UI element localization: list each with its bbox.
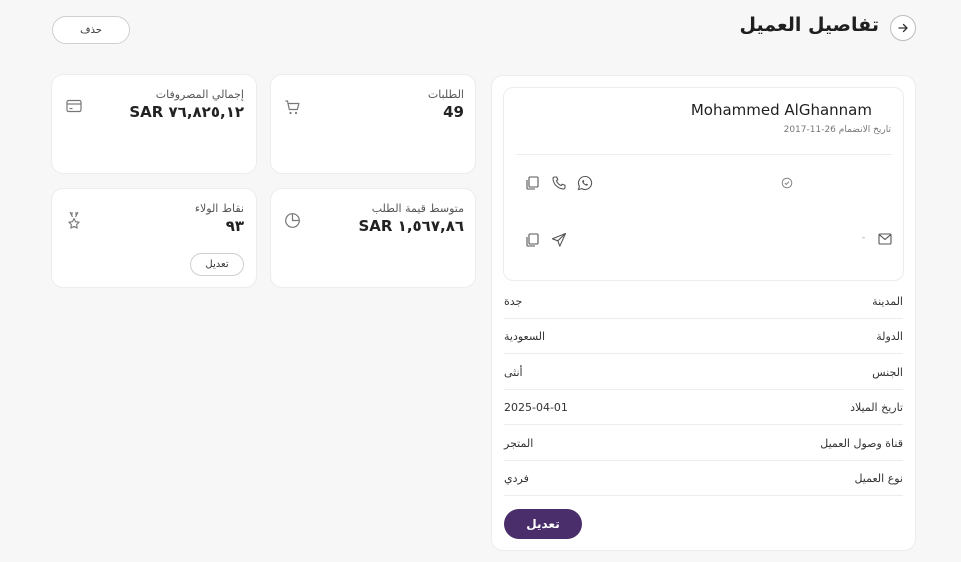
wallet-icon [66, 99, 82, 113]
check-circle-icon [781, 177, 793, 189]
detail-row-type: نوع العميل فردي [504, 461, 903, 496]
detail-value: أنثى [504, 365, 523, 379]
loyalty-icon-wrap [64, 211, 82, 231]
whatsapp-icon [577, 175, 593, 191]
send-email-button[interactable] [549, 232, 567, 250]
verified-badge [780, 177, 793, 190]
detail-label: نوع العميل [854, 471, 903, 485]
spend-value: SAR ٧٦,٨٢٥,١٢ [129, 103, 244, 121]
whatsapp-button[interactable] [575, 175, 593, 193]
detail-row-gender: الجنس أنثى [504, 355, 903, 390]
detail-label: الدولة [876, 329, 903, 343]
copy-phone-button[interactable] [522, 175, 540, 193]
detail-value: المتجر [504, 436, 534, 450]
detail-value: 2025-04-01 [504, 400, 568, 414]
back-button[interactable] [890, 15, 916, 41]
avg-label: متوسط قيمة الطلب [371, 202, 464, 215]
detail-row-country: الدولة السعودية [504, 319, 903, 354]
send-icon [551, 232, 567, 247]
loyalty-value: ٩٣ [225, 217, 244, 235]
detail-label: قناة وصول العميل [820, 436, 903, 450]
detail-label: المدينة [872, 294, 903, 308]
detail-label: تاريخ الميلاد [850, 400, 903, 414]
edit-customer-button[interactable]: تعديل [504, 509, 582, 539]
join-date: تاريخ الانضمام 26-11-2017 [783, 125, 891, 135]
orders-label: الطلبات [427, 88, 464, 101]
edit-loyalty-button[interactable]: تعديل [190, 253, 244, 276]
copy-icon [526, 233, 539, 247]
pie-chart-icon [285, 213, 300, 228]
copy-icon [526, 176, 539, 190]
detail-label: الجنس [872, 365, 903, 379]
orders-icon-wrap [283, 99, 301, 117]
email-field-icon-wrap [876, 233, 892, 247]
detail-value: فردي [504, 471, 529, 485]
mail-icon [878, 233, 892, 245]
customer-name: Mohammed AlGhannam [690, 101, 872, 119]
email-value: - [862, 233, 866, 243]
detail-value: السعودية [504, 329, 546, 343]
detail-row-city: المدينة جدة [504, 284, 903, 319]
detail-value: جدة [504, 294, 523, 308]
page-title: تفاصيل العميل [739, 14, 879, 36]
call-button[interactable] [549, 175, 567, 193]
award-medal-icon [68, 211, 80, 229]
detail-row-channel: قناة وصول العميل المتجر [504, 426, 903, 461]
copy-email-button[interactable] [522, 232, 540, 250]
spend-icon-wrap [64, 99, 82, 115]
loyalty-label: نقاط الولاء [194, 202, 244, 215]
arrow-right-icon [898, 23, 908, 33]
divider [516, 154, 892, 155]
spend-label: إجمالي المصروفات [155, 88, 244, 101]
avg-icon-wrap [283, 212, 301, 230]
avg-value: SAR ١,٥٦٧,٨٦ [358, 217, 464, 235]
cart-icon [285, 100, 300, 115]
detail-row-birthdate: تاريخ الميلاد 2025-04-01 [504, 390, 903, 425]
delete-button[interactable]: حذف [52, 16, 130, 44]
orders-value: 49 [443, 103, 464, 121]
phone-icon [552, 176, 566, 190]
